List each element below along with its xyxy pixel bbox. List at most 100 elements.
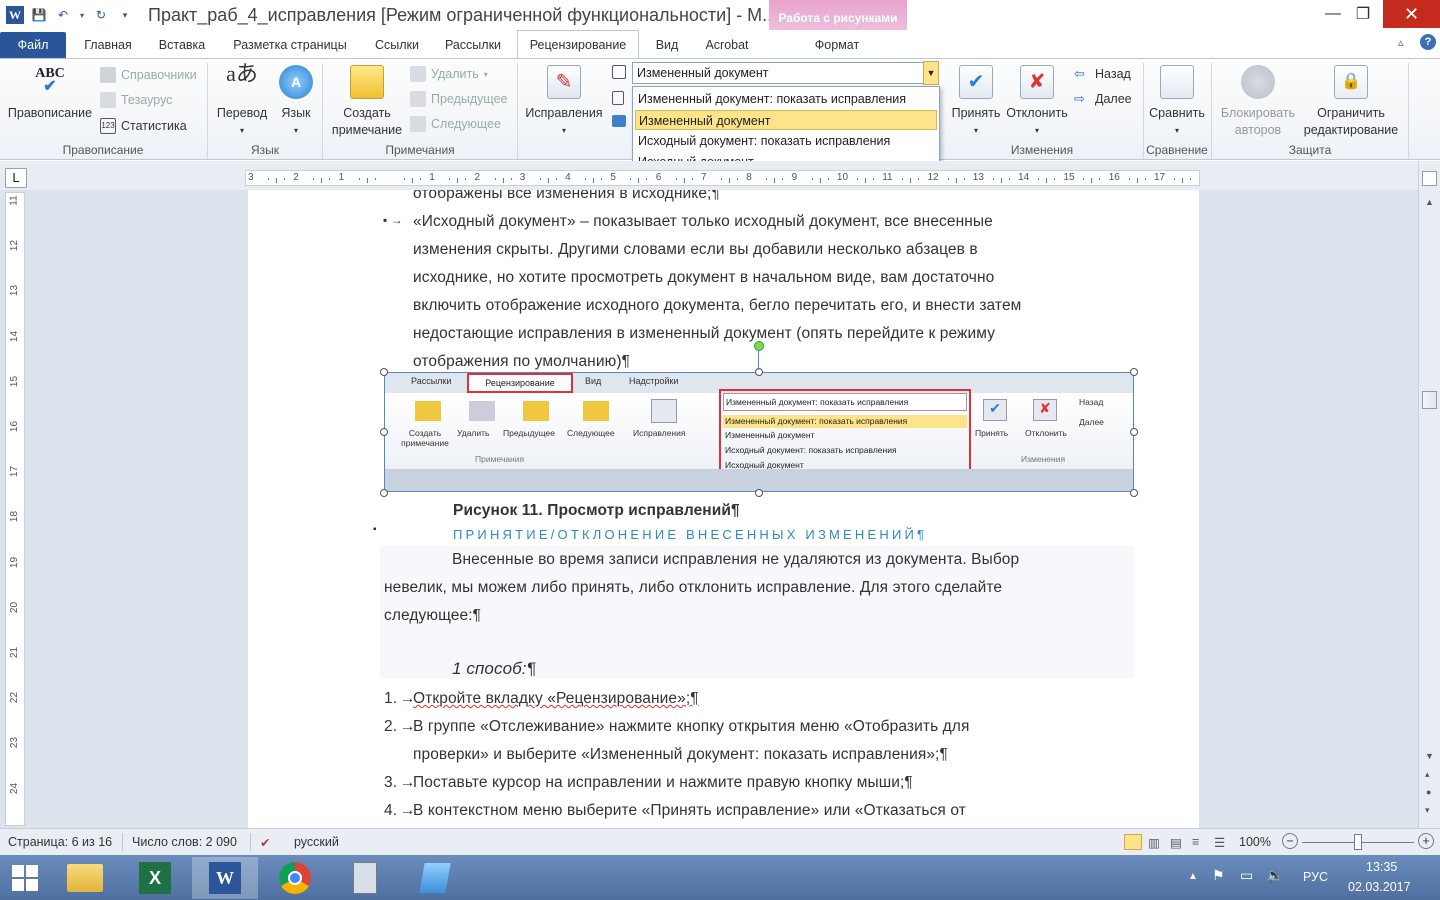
zoom-out-icon[interactable]: − [1282,833,1298,849]
next-page-icon[interactable]: ▾ [1425,805,1430,816]
resize-handle[interactable] [1130,428,1138,436]
book-icon [100,67,116,83]
vertical-ruler[interactable]: 11 12 13 14 15 16 17 18 19 20 21 22 23 24 [5,192,25,826]
next-change-button[interactable]: ⇨ Далее [1074,91,1132,107]
word-count[interactable]: Число слов: 2 090 [132,835,237,849]
horizontal-ruler[interactable]: 3 2 1 1 2 3 4 5 6 7 8 9 10 11 12 13 14 15 16 17 [245,170,1200,186]
tab-review[interactable]: Рецензирование [517,30,639,59]
clock-time[interactable]: 13:35 [1366,860,1397,874]
chevron-down-icon[interactable]: ▼ [923,61,939,85]
new-comment-button[interactable]: Создать примечание [326,65,408,139]
document-page[interactable]: отображены все изменения в исходнике;¶ ▪… [248,190,1199,830]
compare-button[interactable]: Сравнить ▾ [1146,65,1208,139]
customize-toolbar-icon[interactable]: ▾ [116,6,134,24]
list-item: В контекстном меню выберите «Принять исп… [413,802,966,819]
tab-file[interactable]: Файл [0,32,66,58]
previous-change-button[interactable]: ⇦ Назад [1074,66,1131,82]
resize-handle[interactable] [380,489,388,497]
menu-item-final-show-markup[interactable]: Измененный документ: показать исправлени… [635,89,937,109]
vertical-scrollbar[interactable]: ▲ ▼ ▴ ● ▾ [1418,161,1440,828]
undo-dropdown-icon[interactable]: ▾ [78,6,86,24]
rotate-handle[interactable] [754,341,764,351]
tab-page-layout[interactable]: Разметка страницы [226,34,354,58]
print-layout-icon[interactable] [1124,834,1142,850]
tab-view[interactable]: Вид [650,34,684,58]
language-button[interactable]: A Язык ▾ [274,65,318,139]
restore-button[interactable]: ❐ [1340,0,1386,28]
show-hidden-icons[interactable]: ▲ [1188,871,1198,882]
translate-button[interactable]: aあ Перевод ▾ [212,63,272,139]
accept-button[interactable]: ✔ Принять ▾ [948,65,1004,139]
save-icon[interactable]: 💾 [30,6,48,24]
outline-icon[interactable]: ≡ [1192,835,1199,849]
action-center-icon[interactable]: ⚑ [1212,867,1225,884]
word-button[interactable]: W [192,857,258,899]
scroll-up-icon[interactable]: ▲ [1425,197,1434,207]
resize-handle[interactable] [380,428,388,436]
excel-button[interactable]: X [122,857,188,899]
word-logo-icon[interactable]: W [6,6,24,24]
tab-insert[interactable]: Вставка [152,34,212,58]
display-for-review-select[interactable]: Измененный документ [632,62,938,84]
resize-handle[interactable] [755,368,763,376]
reviewing-pane-icon[interactable] [612,115,628,131]
restrict-editing-button[interactable]: 🔒 Ограничить редактирование [1300,65,1402,139]
resize-handle[interactable] [755,489,763,497]
spelling-button[interactable]: ABC ✔ Правописание [4,65,96,122]
previous-comment-label: Предыдущее [431,92,508,106]
chrome-button[interactable] [262,857,328,899]
menu-item-original-show-markup[interactable]: Исходный документ: показать исправления [635,131,937,151]
ruler-number: 17 [1154,172,1166,183]
collapse-ribbon-icon[interactable]: ▵ [1398,36,1404,49]
tab-home[interactable]: Главная [80,34,136,58]
tab-mailings[interactable]: Рассылки [440,34,506,58]
scroll-down-icon[interactable]: ▼ [1425,751,1434,761]
tab-format[interactable]: Формат [800,34,874,58]
reject-button[interactable]: ✘ Отклонить ▾ [1004,65,1070,139]
calculator-button[interactable] [332,857,398,899]
clock-date[interactable]: 02.03.2017 [1348,880,1411,894]
input-language[interactable]: РУС [1303,870,1328,884]
web-layout-icon[interactable]: ▤ [1170,835,1182,850]
tab-references[interactable]: Ссылки [368,34,426,58]
track-changes-button[interactable]: ✎ Исправления ▾ [520,65,608,139]
zoom-slider-thumb[interactable] [1354,834,1362,850]
block-authors-button[interactable]: Блокировать авторов [1214,65,1302,139]
proofing-icon[interactable]: ✔ [260,835,270,850]
thesaurus-button[interactable]: Тезаурус [100,92,172,108]
resize-handle[interactable] [1130,489,1138,497]
embedded-figure[interactable]: Рассылки Рецензирование Вид Надстройки С… [384,372,1134,492]
network-icon[interactable]: ▭ [1240,867,1253,884]
previous-page-icon[interactable]: ▴ [1425,769,1430,780]
undo-icon[interactable]: ↶ [54,6,72,24]
zoom-in-icon[interactable]: + [1418,833,1434,849]
zoom-level[interactable]: 100% [1239,835,1271,849]
word-count-button[interactable]: 123 Статистика [100,118,187,134]
resize-handle[interactable] [380,368,388,376]
page-indicator[interactable]: Страница: 6 из 16 [8,835,112,849]
start-button[interactable] [0,857,50,899]
notepad-button[interactable] [402,857,468,899]
full-screen-reading-icon[interactable]: ▥ [1148,835,1160,850]
resize-handle[interactable] [1130,368,1138,376]
redo-icon[interactable]: ↻ [92,6,110,24]
translate-label: Перевод [216,106,268,120]
volume-icon[interactable]: 🔈 [1266,867,1283,884]
references-button[interactable]: Справочники [100,67,197,83]
close-button[interactable]: ✕ [1383,0,1440,28]
tab-selector[interactable]: L [5,168,27,188]
file-explorer-button[interactable] [52,857,118,899]
help-icon[interactable]: ? [1420,34,1436,50]
browse-object-icon[interactable]: ● [1426,787,1431,797]
menu-item-final[interactable]: Измененный документ [635,110,937,130]
show-markup-icon[interactable] [612,91,628,107]
language-indicator[interactable]: русский [294,835,339,849]
ruler-toggle-icon[interactable] [1422,171,1437,186]
draft-icon[interactable]: ☰ [1214,835,1225,850]
context-tab-title: Работа с рисунками [778,11,898,25]
scroll-thumb[interactable] [1422,391,1437,409]
previous-comment-button[interactable]: Предыдущее [410,91,507,107]
next-comment-button[interactable]: Следующее [410,116,501,132]
delete-comment-button[interactable]: Удалить ▾ [410,66,488,82]
tab-acrobat[interactable]: Acrobat [698,34,756,58]
